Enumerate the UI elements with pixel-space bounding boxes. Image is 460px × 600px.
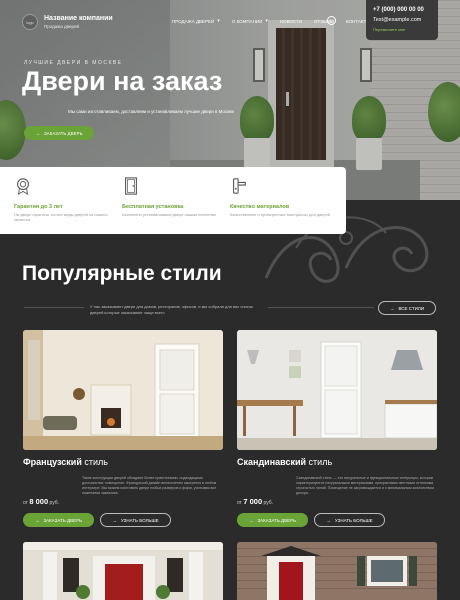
feature-title: Бесплатная установка [122,204,184,210]
arrow-right-icon: → [112,517,117,523]
card-title-bold: Скандинавский [237,457,307,467]
card-title-bold: Французский [23,457,82,467]
company-tagline: Продажа дверей [44,24,80,29]
price-value: 8 000 [29,497,49,506]
medal-icon [17,178,29,195]
button-label: Заказать дверь [257,517,297,523]
search-icon[interactable]: ⚲ [327,16,336,25]
card-description-scandinavian: Скандинавский стиль — это натуральные и … [296,476,435,495]
price-currency: руб. [49,500,60,506]
ornament-decoration [264,216,429,283]
price-value: 7 000 [243,497,263,506]
scandinavian-style-image[interactable] [237,330,437,450]
chevron-down-icon: ▾ [265,18,268,24]
email-link[interactable]: Test@example.com [373,17,431,23]
arrow-right-icon: → [35,130,40,136]
american-exterior-image[interactable] [237,542,437,600]
button-label: Заказать дверь [43,130,83,136]
company-logo[interactable]: logo [22,14,38,30]
price-prefix: от [23,500,28,506]
chevron-down-icon: ▾ [217,18,220,24]
door-icon [125,177,137,195]
order-button-scandinavian[interactable]: → Заказать дверь [237,513,308,527]
main-nav: Продажа дверей ▾ О компании ▾ Новости Отзы… [172,18,370,24]
company-block[interactable]: Название компании Продажа дверей [44,15,113,29]
nav-item-about[interactable]: О компании ▾ [232,18,268,24]
card-title-scandinavian: Скандинавский стиль [237,457,332,467]
nav-label: Новости [279,18,303,24]
hero-order-button[interactable]: → Заказать дверь [24,126,94,140]
arrow-right-icon: → [34,517,40,523]
handle-icon [233,178,246,194]
button-label: Заказать дверь [43,517,83,523]
room-illustration [237,330,437,450]
more-button-french[interactable]: → Узнать больше [100,513,171,527]
arrow-right-icon: → [389,305,395,311]
price-prefix: от [237,500,242,506]
feature-warranty: Гарантия до 3 лет На дверь гарантия, на … [14,177,122,234]
callback-link[interactable]: Перезвоните мне [373,27,431,32]
divider [24,307,84,308]
button-label: Узнать больше [334,517,373,523]
exterior-illustration [237,542,437,600]
contact-panel: +7 (000) 000 00 00 Test@example.com Пере… [366,0,438,40]
nav-item-doors[interactable]: Продажа дверей ▾ [172,18,220,24]
card-description-french: Такие конструкции дверей обладают более … [82,476,217,495]
more-button-scandinavian[interactable]: → Узнать больше [314,513,385,527]
company-name: Название компании [44,15,113,22]
french-style-image[interactable] [23,330,223,450]
section-description: У нас заказывают двери для домов, рестор… [90,304,253,315]
card-price-french: от 8 000 руб. [23,497,59,506]
arrow-right-icon: → [326,517,331,523]
nav-label: О компании [231,18,263,24]
price-currency: руб. [263,500,274,506]
feature-text: Бесплатно устанавливаем двери нашим клие… [122,212,216,217]
button-label: Все стили [398,305,425,311]
classic-exterior-image[interactable] [23,542,223,600]
nav-label: Продажа дверей [172,18,215,24]
card-title-french: Французский стиль [23,457,108,467]
card-title-light: стиль [308,457,333,467]
hero-description: Мы сами изготавливаем, доставляем и уста… [68,109,235,114]
button-label: Узнать больше [120,517,159,523]
feature-installation: Бесплатная установка Бесплатно устанавли… [122,177,230,234]
hero-title: Двери на заказ [22,66,223,96]
card-title-light: стиль [84,457,108,467]
feature-text: На дверь гарантия, на все виды дверей из… [14,212,108,222]
room-illustration [23,330,223,450]
exterior-illustration [23,542,223,600]
section-title: Популярные стили [22,262,222,285]
all-styles-button[interactable]: → Все стили [378,301,436,315]
card-price-scandinavian: от 7 000 руб. [237,497,273,506]
phone-link[interactable]: +7 (000) 000 00 00 [373,7,431,13]
nav-item-news[interactable]: Новости [280,18,302,24]
arrow-right-icon: → [248,517,254,523]
divider [268,307,374,308]
order-button-french[interactable]: → Заказать дверь [23,513,94,527]
feature-title: Гарантия до 3 лет [14,204,63,210]
